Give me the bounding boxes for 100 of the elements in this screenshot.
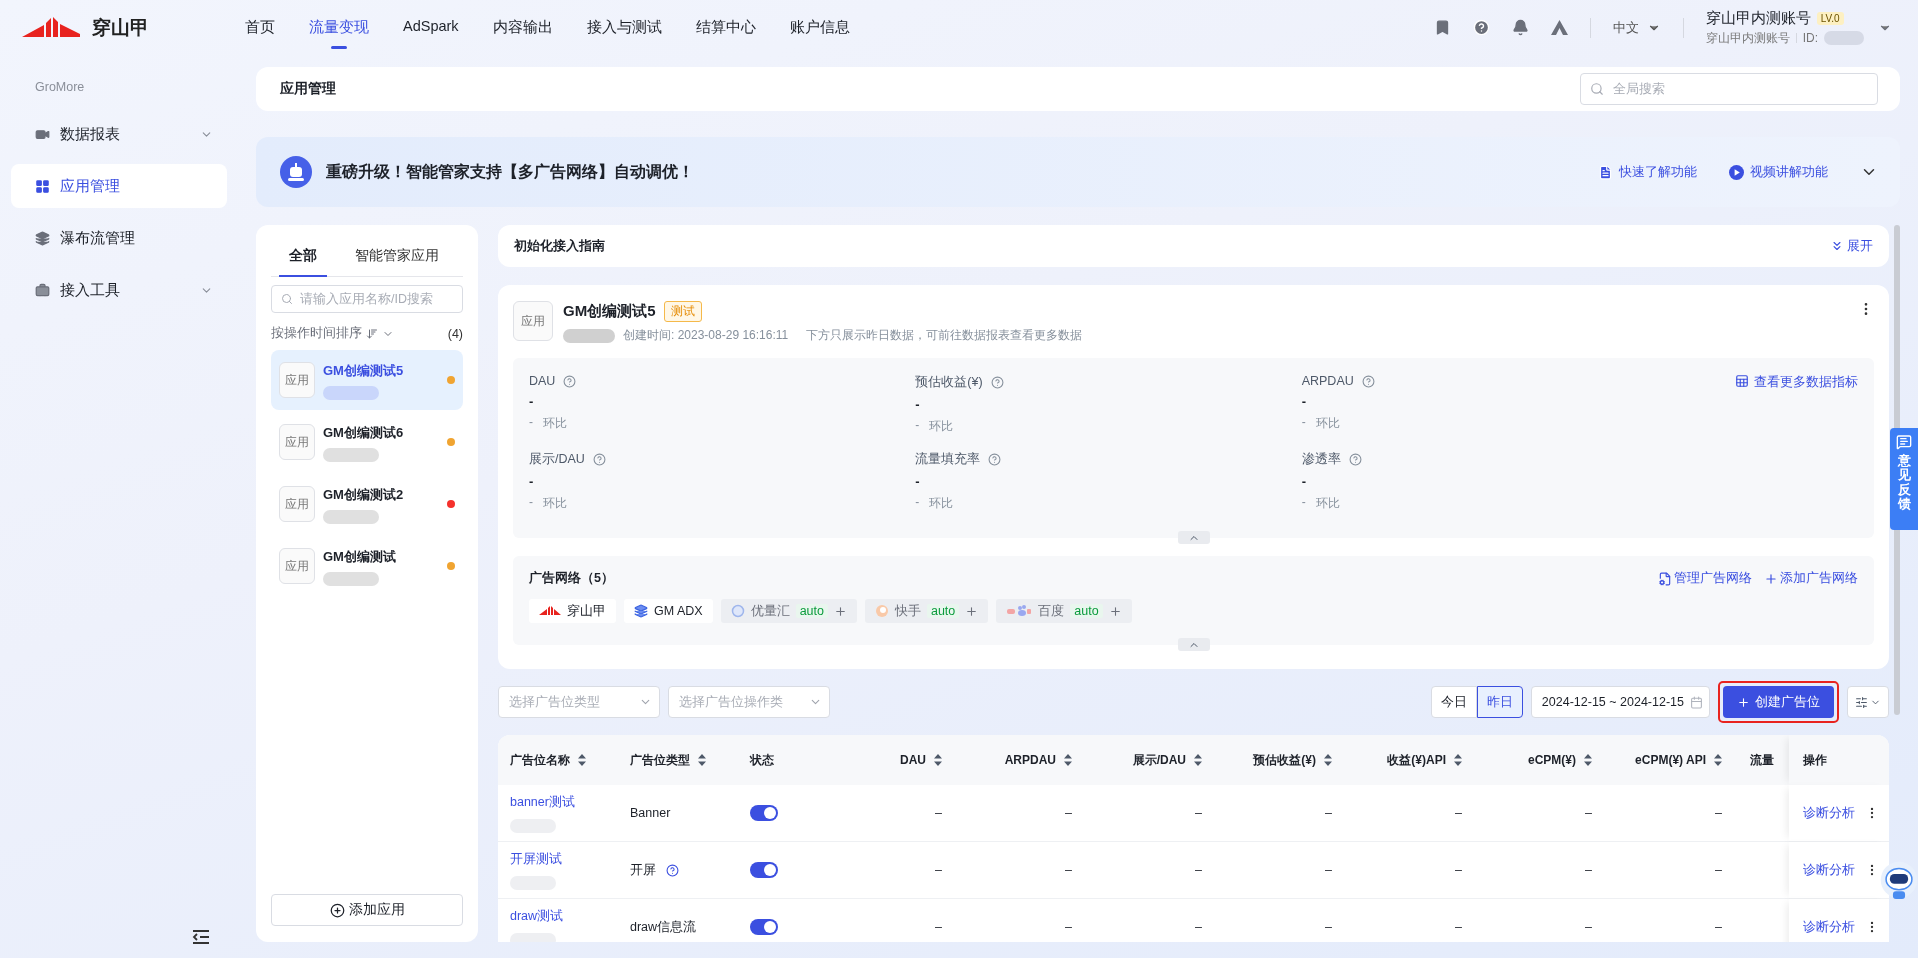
ad-unit-link[interactable]: banner测试 [510,793,618,811]
column-header[interactable]: 收益(¥)API [1348,735,1478,785]
table-cell: draw信息流 [630,918,697,936]
delta-label: 环比 [929,418,954,435]
network-name: 优量汇 [750,602,790,620]
column-header[interactable]: ARPDAU [958,735,1088,785]
table-cell: – [1715,806,1722,820]
date-tab[interactable]: 今日 [1430,686,1477,718]
metric-value: - [1301,394,1307,409]
delta-value: - [529,495,533,511]
banner-title: 重磅升级！智能管家支持【多广告网络】自动调优！ [326,161,695,182]
column-header: 状态 [748,751,775,769]
network-name: 快手 [894,602,921,620]
expand-link[interactable]: 展开 [1830,237,1873,255]
metric-label: 流量填充率 [915,451,981,468]
metric-value: - [529,394,535,409]
guide-title: 初始化接入指南 [514,237,605,255]
test-tag: 测试 [663,301,702,322]
more-metrics-link[interactable]: 查看更多数据指标 [1688,374,1858,435]
add-network-link[interactable]: 添加广告网络 [1764,570,1858,587]
network-name: GM ADX [654,604,703,618]
global-search-field[interactable]: 全局搜索 [1580,73,1878,105]
table-cell: – [1585,806,1592,820]
metric-label: 预估收益(¥) [915,374,983,391]
filter-select[interactable]: 选择广告位类型 [498,686,660,718]
add-app-button[interactable]: 添加应用 [271,894,463,926]
app-count: (4) [447,326,463,341]
column-header[interactable]: eCPM(¥) [1478,735,1608,785]
network-name: 穿山甲 [567,602,606,620]
delta-label: 环比 [543,495,567,512]
app-name: GM创编测试5 [563,302,656,321]
nav-tab[interactable]: 接入与测试 [586,6,662,49]
sidebar-item[interactable]: 接入工具 [11,268,227,312]
table-cell: – [1065,863,1072,877]
app-search-field[interactable]: 请输入应用名称/ID搜索 [271,285,463,313]
networks-title: 广告网络（5） [529,570,614,587]
sort-label: 按操作时间排序 [271,325,362,342]
list-tab[interactable]: 智能管家应用 [345,241,449,277]
column-header: 流量 [1749,751,1775,769]
account-name: 穿山甲内测账号 [1705,8,1811,28]
brand-name: 穿山甲 [92,15,149,40]
table-cell: – [935,806,942,820]
table-cell: – [1325,920,1332,934]
column-header[interactable]: DAU [828,735,958,785]
auto-tag: auto [795,604,828,618]
network-name: 百度 [1038,602,1065,620]
sidebar-item[interactable]: 数据报表 [11,112,227,156]
table-cell: – [1195,920,1202,934]
app-list-item[interactable]: 应用 GM创编测试5 [271,350,463,410]
app-list-item[interactable]: 应用 GM创编测试 [271,536,463,596]
table-cell: – [1195,863,1202,877]
sidebar-item[interactable]: 瀑布流管理 [11,216,227,260]
sidebar-item[interactable]: 应用管理 [11,164,227,208]
nav-tab[interactable]: 首页 [245,6,275,49]
metric-value: - [529,474,535,489]
table-cell: – [1715,920,1722,934]
list-tab[interactable]: 全部 [279,241,327,277]
nav-tab[interactable]: 流量变现 [309,6,369,49]
nav-tab[interactable]: 账户信息 [789,6,850,49]
diagnose-link[interactable]: 诊断分析 [1803,861,1855,879]
column-header[interactable]: 广告位类型 [618,735,738,785]
column-header[interactable]: 展示/DAU [1088,735,1218,785]
manage-networks-link[interactable]: 管理广告网络 [1658,570,1752,587]
column-header[interactable]: 广告位名称 [498,735,618,785]
ad-unit-link[interactable]: 开屏测试 [510,850,618,868]
feedback-tab[interactable]: 意见反馈 [1890,428,1918,530]
table-cell: – [1585,920,1592,934]
nav-tab[interactable]: AdSpark [403,6,459,49]
table-cell: – [1325,863,1332,877]
table-cell: 开屏 [630,861,656,879]
delta-value: - [915,418,920,434]
auto-tag: auto [1070,604,1103,618]
ad-unit-link[interactable]: draw测试 [510,907,618,925]
create-button[interactable]: 创建广告位 [1723,686,1834,718]
date-range-field[interactable]: 2024-12-15 ~ 2024-12-15 [1530,686,1710,718]
delta-value: - [915,495,920,511]
nav-tab[interactable]: 结算中心 [695,6,756,49]
level-badge: LV.0 [1816,11,1844,25]
table-cell: – [1455,863,1462,877]
banner-link[interactable]: 快速了解功能 [1598,163,1697,181]
column-header[interactable]: eCPM(¥) API [1608,735,1738,785]
date-tab[interactable]: 昨日 [1476,686,1523,718]
diagnose-link[interactable]: 诊断分析 [1803,918,1855,936]
app-list-item[interactable]: 应用 GM创编测试6 [271,412,463,472]
column-header[interactable]: 预估收益(¥) [1218,735,1348,785]
nav-tab[interactable]: 内容输出 [492,6,553,49]
auto-tag: auto [926,604,960,618]
delta-value: - [1301,415,1306,431]
diagnose-link[interactable]: 诊断分析 [1803,804,1855,822]
table-cell: – [1455,920,1462,934]
page-title: 应用管理 [280,80,336,98]
app-list-item[interactable]: 应用 GM创编测试2 [271,474,463,534]
id-label: ID: [1802,31,1818,45]
metric-label: DAU [529,374,556,388]
metric-label: 展示/DAU [529,451,585,468]
table-cell: – [1065,806,1072,820]
filter-select[interactable]: 选择广告位操作类 [668,686,830,718]
banner-link[interactable]: 视频讲解功能 [1729,163,1828,181]
language-select[interactable]: 中文 [1612,18,1661,37]
table-cell: – [1715,863,1722,877]
